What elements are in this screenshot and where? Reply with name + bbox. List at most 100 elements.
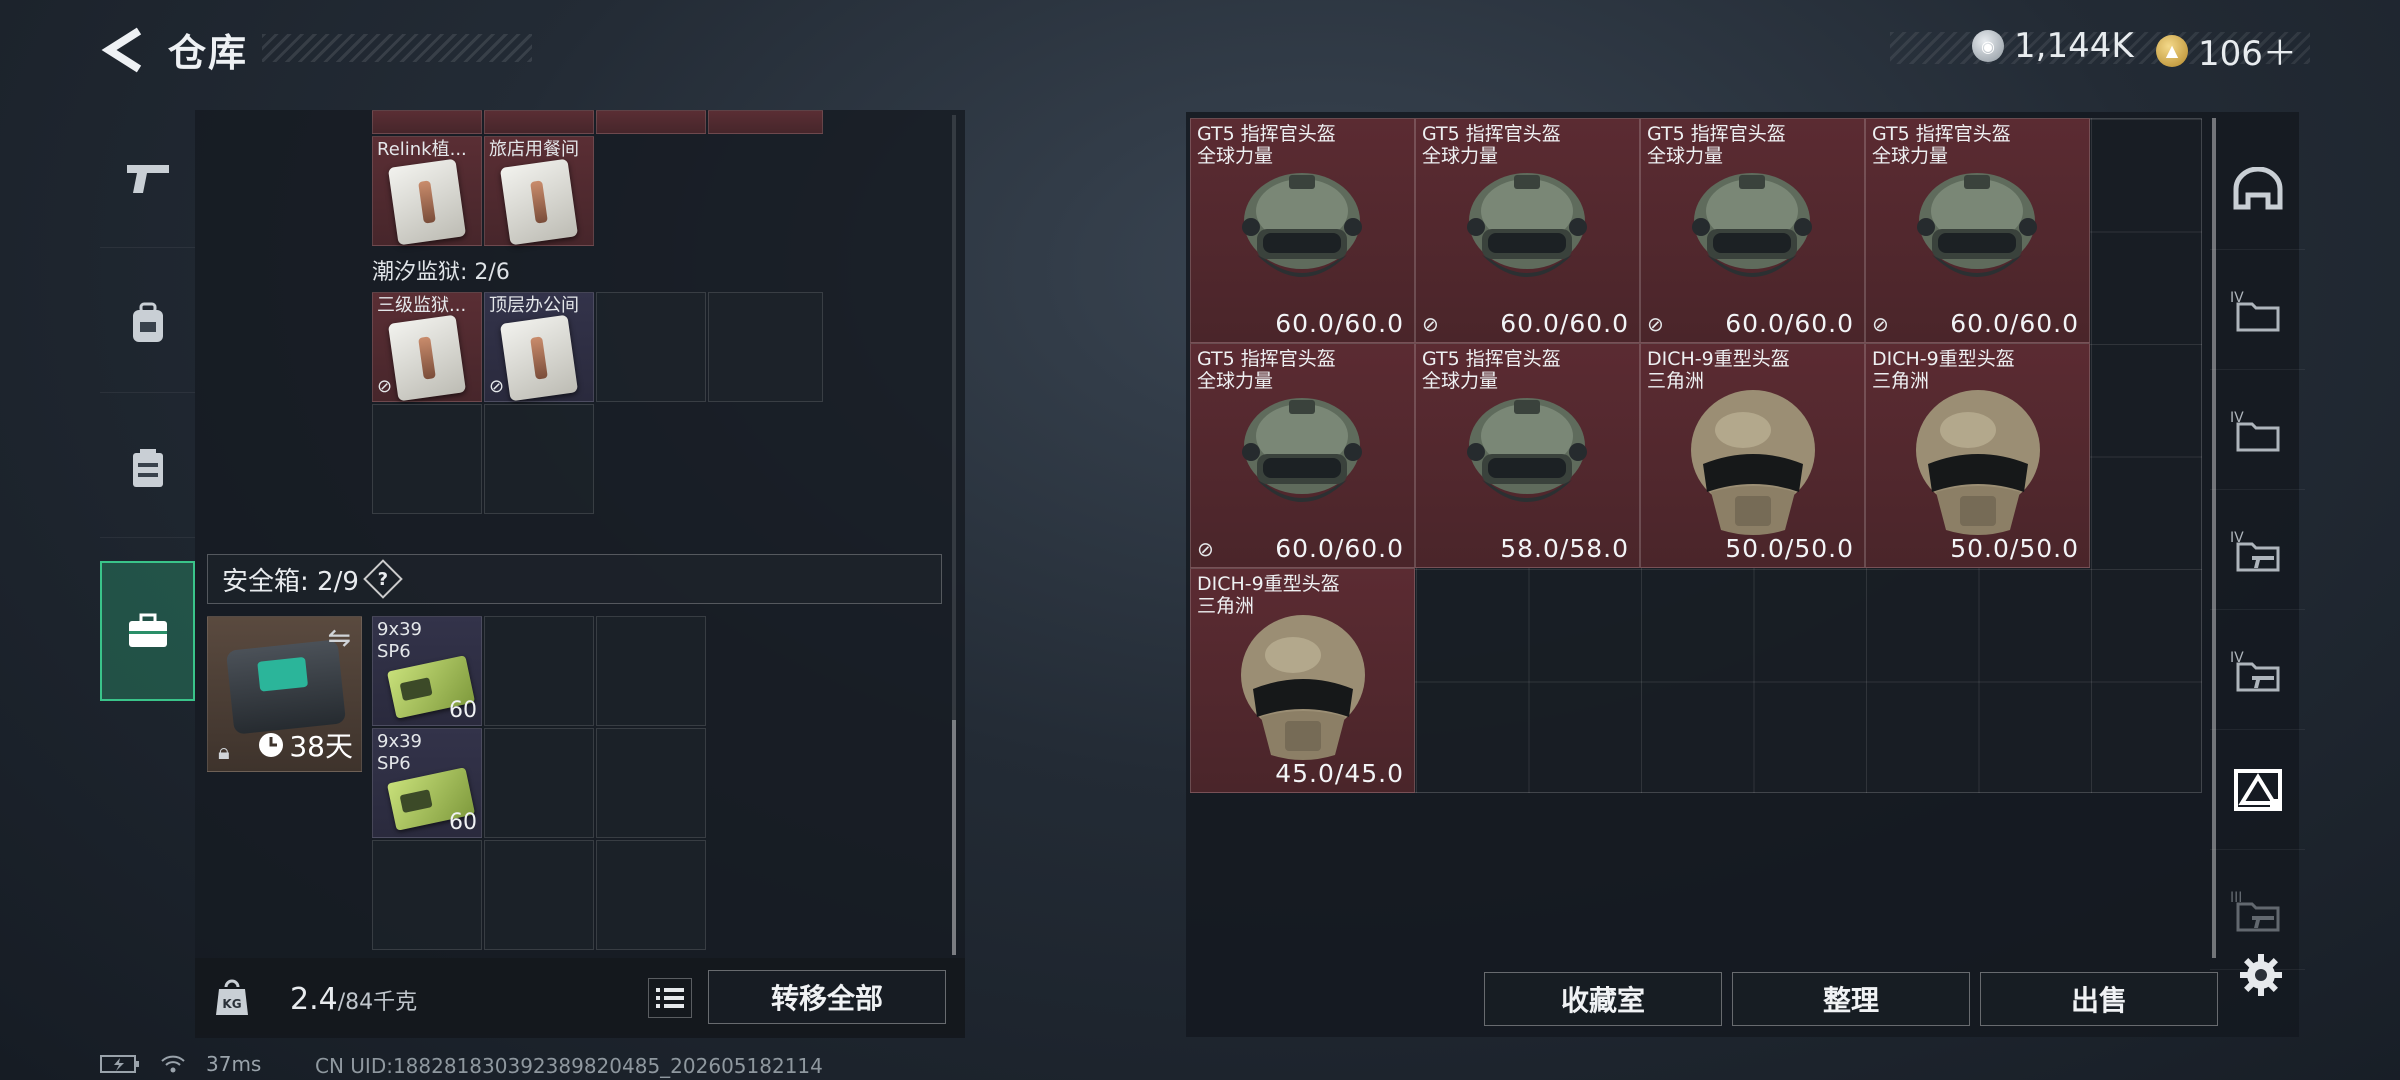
stash-item-dich9-helmet[interactable]: DICH-9重型头盔 三角洲 50.0/50.0: [1865, 343, 2090, 568]
key-card-inn[interactable]: 旅店用餐间: [484, 136, 594, 246]
tab-helmets[interactable]: [2210, 130, 2305, 250]
key-slot-partial[interactable]: [708, 110, 823, 134]
weight-value: 2.4: [290, 982, 338, 1017]
tab-chest-rig[interactable]: [100, 398, 195, 538]
chest-rig-icon: [132, 448, 163, 487]
ammo-label: 9x39 SP6: [377, 731, 423, 774]
safebox-duration: 38天: [289, 730, 353, 763]
list-view-button[interactable]: [648, 978, 692, 1018]
empty-slot[interactable]: [372, 840, 482, 950]
safebox-header: 安全箱: 2/9 ?: [207, 554, 942, 604]
tab-backpack[interactable]: [100, 253, 195, 393]
safebox-timer: 38天: [257, 725, 353, 765]
empty-slot[interactable]: [484, 840, 594, 950]
triangle-folder-icon: [2233, 768, 2282, 811]
weight-readout: 2.4/84千克: [290, 982, 417, 1017]
user-uid: CN UID:18828183039238982048​5_2026051821…: [315, 1054, 823, 1078]
keycard-icon: [387, 314, 467, 402]
tab-storage-3[interactable]: IV: [2210, 490, 2305, 610]
tab-weapons[interactable]: [100, 108, 195, 248]
sell-button[interactable]: 出售: [1980, 972, 2218, 1026]
gt5-helmet-icon: [1242, 173, 1362, 277]
key-card-prison[interactable]: 三级监狱... ⊘: [372, 292, 482, 402]
gt5-helmet-icon: [1242, 398, 1362, 502]
empty-slot[interactable]: [596, 840, 706, 950]
settings-button[interactable]: [2236, 950, 2286, 1000]
gold-coin-icon: ▲: [2156, 34, 2188, 67]
empty-slot[interactable]: [372, 404, 482, 514]
stash-item-dich9-helmet[interactable]: DICH-9重型头盔 三角洲 45.0/45.0: [1190, 568, 1415, 793]
stash-item-gt5-helmet[interactable]: GT5 指挥官头盔 全球力量 ⊘ 60.0/60.0: [1640, 118, 1865, 343]
ping-readout: 37ms: [206, 1052, 262, 1076]
empty-slot[interactable]: [484, 728, 594, 838]
item-name: GT5 指挥官头盔 全球力量: [1422, 123, 1561, 167]
key-slot-partial[interactable]: [484, 110, 594, 134]
tab-storage-5[interactable]: [2210, 730, 2305, 850]
swap-icon[interactable]: ⇋: [328, 621, 351, 654]
gt5-helmet-icon: [1467, 398, 1587, 502]
item-durability: 50.0/50.0: [1950, 534, 2079, 563]
stash-item-dich9-helmet[interactable]: DICH-9重型头盔 三角洲 50.0/50.0: [1640, 343, 1865, 568]
ammo-slot[interactable]: 9x39 SP6 60: [372, 728, 482, 838]
empty-slot[interactable]: [596, 616, 706, 726]
dich9-helmet-icon: [1691, 390, 1815, 535]
stash-item-gt5-helmet[interactable]: GT5 指挥官头盔 全球力量 60.0/60.0: [1190, 118, 1415, 343]
stash-item-gt5-helmet[interactable]: GT5 指挥官头盔 全球力量 ⊘ 60.0/60.0: [1415, 118, 1640, 343]
status-bar: 37ms: [100, 1052, 261, 1076]
key-slot-partial[interactable]: [596, 110, 706, 134]
gold-currency[interactable]: ▲ 106＋: [2156, 26, 2297, 75]
gear-icon: [2240, 954, 2282, 996]
ammo-qty: 60: [449, 810, 477, 835]
left-scrollbar[interactable]: [952, 720, 956, 955]
tab-safe-box[interactable]: [100, 561, 195, 701]
no-trade-icon: ⊘: [1422, 312, 1439, 336]
item-name: GT5 指挥官头盔 全球力量: [1197, 348, 1336, 392]
no-trade-icon: ⊘: [1872, 312, 1889, 336]
organize-button[interactable]: 整理: [1732, 972, 1970, 1026]
tab-storage-4[interactable]: IV: [2210, 610, 2305, 730]
empty-slot[interactable]: [596, 292, 706, 402]
key-card-relink[interactable]: Relink植...: [372, 136, 482, 246]
back-arrow-icon: [101, 27, 142, 73]
gt5-helmet-icon: [1467, 173, 1587, 277]
no-trade-icon: ⊘: [1197, 537, 1214, 561]
item-name: GT5 指挥官头盔 全球力量: [1647, 123, 1786, 167]
silver-currency[interactable]: ◉ 1,144K: [1972, 26, 2134, 66]
ammo-slot[interactable]: 9x39 SP6 60: [372, 616, 482, 726]
item-durability: 50.0/50.0: [1725, 534, 1854, 563]
empty-slot[interactable]: [484, 616, 594, 726]
empty-slot[interactable]: [484, 404, 594, 514]
stash-item-gt5-helmet[interactable]: GT5 指挥官头盔 全球力量 58.0/58.0: [1415, 343, 1640, 568]
help-icon[interactable]: ?: [363, 559, 403, 599]
gun-folder-IV-icon: IV: [2230, 530, 2279, 571]
folder-IV-icon: IV: [2230, 290, 2279, 331]
lock-icon: 🔒︎: [218, 740, 230, 765]
tab-storage-1[interactable]: IV: [2210, 250, 2305, 370]
item-durability: 60.0/60.0: [1275, 534, 1404, 563]
stash-item-gt5-helmet[interactable]: GT5 指挥官头盔 全球力量 ⊘ 60.0/60.0: [1865, 118, 2090, 343]
no-trade-icon: ⊘: [377, 376, 393, 397]
item-name: DICH-9重型头盔 三角洲: [1647, 348, 1790, 392]
gold-amount: 106＋: [2198, 34, 2297, 74]
stash-tabs: IV IV IV IV III: [2210, 130, 2305, 970]
dich9-helmet-icon: [1916, 390, 2040, 535]
title-decoration: [262, 34, 532, 62]
folder-IV-icon-2: IV: [2230, 410, 2279, 451]
empty-slot[interactable]: [708, 292, 823, 402]
gt5-helmet-icon: [1917, 173, 2037, 277]
transfer-all-button[interactable]: 转移全部: [708, 970, 946, 1024]
no-trade-icon: ⊘: [489, 376, 505, 397]
key-card-office[interactable]: 顶层办公间 ⊘: [484, 292, 594, 402]
tab-storage-2[interactable]: IV: [2210, 370, 2305, 490]
stash-item-gt5-helmet[interactable]: GT5 指挥官头盔 全球力量 ⊘ 60.0/60.0: [1190, 343, 1415, 568]
back-button[interactable]: [95, 22, 151, 78]
page-title: 仓库: [168, 31, 249, 75]
key-slot-partial[interactable]: [372, 110, 482, 134]
safe-box-item[interactable]: ⇋ 🔒︎ 38天: [207, 616, 362, 772]
empty-slot[interactable]: [596, 728, 706, 838]
collection-room-button[interactable]: 收藏室: [1484, 972, 1722, 1026]
prison-section-label: 潮汐监狱: 2/6: [372, 260, 510, 285]
silver-amount: 1,144K: [2014, 26, 2134, 66]
clock-icon: [259, 733, 284, 757]
keycard-icon: [499, 314, 579, 402]
